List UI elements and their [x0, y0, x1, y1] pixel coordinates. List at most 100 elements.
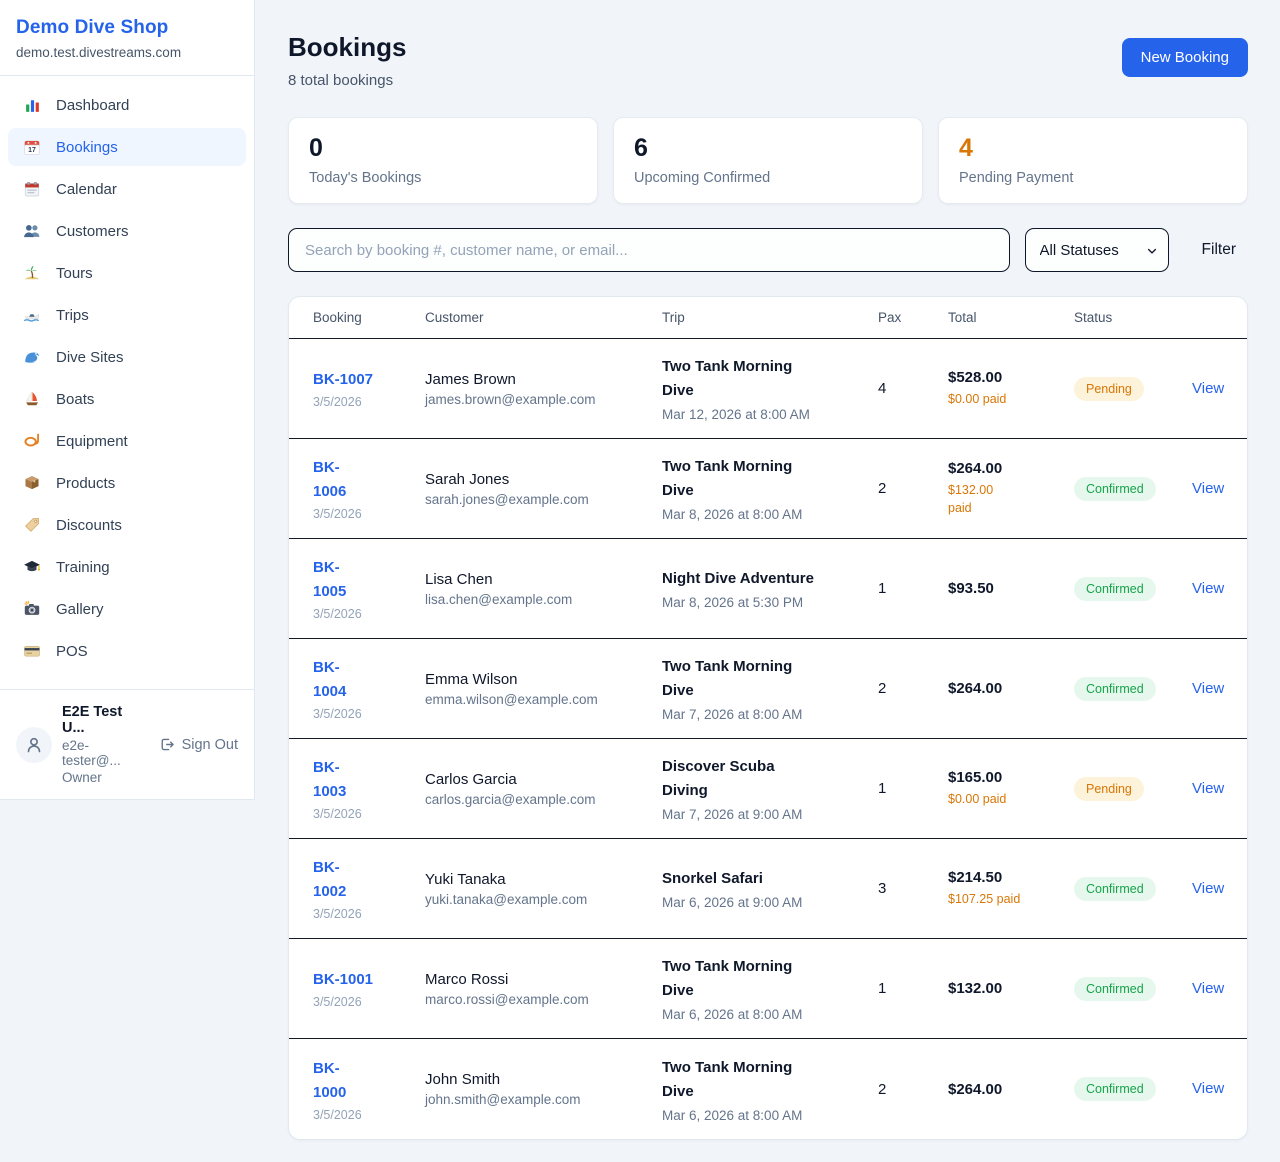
trip-cell: Two Tank Morning DiveMar 8, 2026 at 8:00… — [662, 455, 878, 522]
customer-email: emma.wilson@example.com — [425, 692, 650, 707]
status-cell: Confirmed — [1074, 677, 1192, 701]
view-link[interactable]: View — [1192, 680, 1224, 697]
booking-date: 3/5/2026 — [313, 907, 413, 921]
table-body: BK-1007 3/5/2026 James Brown james.brown@ex… — [289, 339, 1247, 1139]
sidebar-item-trips[interactable]: Trips — [8, 296, 246, 334]
view-link[interactable]: View — [1192, 780, 1224, 797]
column-header: Status — [1074, 310, 1192, 325]
sidebar-item-products[interactable]: Products — [8, 464, 246, 502]
sidebar-item-label: POS — [56, 643, 88, 660]
status-cell: Confirmed — [1074, 977, 1192, 1001]
booking-number-link[interactable]: BK- 1006 — [313, 459, 346, 500]
sidebar-item-bookings[interactable]: 17Bookings — [8, 128, 246, 166]
status-cell: Pending — [1074, 377, 1192, 401]
user-box: E2E Test U... e2e-tester@... Owner Sign … — [0, 689, 254, 799]
status-badge: Confirmed — [1074, 477, 1156, 501]
booking-number-link[interactable]: BK- 1004 — [313, 659, 346, 700]
customer-cell: Sarah Jonessarah.jones@example.com — [425, 471, 662, 507]
sidebar-item-dashboard[interactable]: Dashboard — [8, 86, 246, 124]
sidebar-item-boats[interactable]: Boats — [8, 380, 246, 418]
brand-name[interactable]: Demo Dive Shop — [16, 17, 238, 39]
trip-cell: Two Tank Morning DiveMar 7, 2026 at 8:00… — [662, 655, 878, 722]
booking-cell: BK- 1000 3/5/2026 — [313, 1057, 425, 1122]
booking-cell: BK- 1003 3/5/2026 — [313, 756, 425, 821]
sidebar-item-calendar[interactable]: Calendar — [8, 170, 246, 208]
customer-cell: Yuki Tanakayuki.tanaka@example.com — [425, 871, 662, 907]
sidebar-item-gallery[interactable]: Gallery — [8, 590, 246, 628]
paid-amount: $0.00 paid — [948, 790, 1062, 808]
booking-date: 3/5/2026 — [313, 607, 413, 621]
tag-icon — [22, 516, 42, 534]
filter-button[interactable]: Filter — [1190, 241, 1248, 259]
view-link[interactable]: View — [1192, 580, 1224, 597]
sidebar-item-pos[interactable]: POS — [8, 632, 246, 670]
status-cell: Confirmed — [1074, 1077, 1192, 1101]
sidebar-item-customers[interactable]: Customers — [8, 212, 246, 250]
booking-date: 3/5/2026 — [313, 807, 413, 821]
customer-email: james.brown@example.com — [425, 392, 650, 407]
trip-name: Two Tank Morning Dive — [662, 1056, 866, 1104]
booking-number-link[interactable]: BK-1001 — [313, 971, 373, 988]
sidebar-item-label: Customers — [56, 223, 129, 240]
status-badge: Confirmed — [1074, 977, 1156, 1001]
booking-cell: BK- 10063/5/2026 — [313, 456, 425, 521]
table-row: BK- 10063/5/2026Sarah Jonessarah.jones@e… — [289, 439, 1247, 539]
sidebar-item-equipment[interactable]: Equipment — [8, 422, 246, 460]
paid-amount: $107.25 paid — [948, 890, 1062, 908]
customer-email: sarah.jones@example.com — [425, 492, 650, 507]
view-link[interactable]: View — [1192, 880, 1224, 897]
column-header: Customer — [425, 310, 662, 325]
trip-cell: Two Tank Morning DiveMar 12, 2026 at 8:0… — [662, 355, 878, 422]
booking-number-link[interactable]: BK- 1002 — [313, 859, 346, 900]
booking-date: 3/5/2026 — [313, 1108, 413, 1122]
trip-cell: Discover Scuba DivingMar 7, 2026 at 9:00… — [662, 755, 878, 822]
column-header: Pax — [878, 310, 948, 325]
total-amount: $93.50 — [948, 580, 1062, 597]
booking-number-link[interactable]: BK- 1003 — [313, 759, 346, 800]
customer-name: Carlos Garcia — [425, 771, 650, 788]
status-badge: Confirmed — [1074, 1077, 1156, 1101]
sidebar-item-tours[interactable]: Tours — [8, 254, 246, 292]
sign-out-button[interactable]: Sign Out — [158, 736, 238, 753]
sidebar-item-training[interactable]: Training — [8, 548, 246, 586]
wave-icon — [22, 348, 42, 366]
customer-email: carlos.garcia@example.com — [425, 792, 650, 807]
sidebar-item-label: Calendar — [56, 181, 117, 198]
view-link[interactable]: View — [1192, 1080, 1224, 1097]
booking-number-link[interactable]: BK- 1000 — [313, 1060, 346, 1101]
view-link[interactable]: View — [1192, 480, 1224, 497]
users-icon — [22, 222, 42, 240]
sidebar-item-discounts[interactable]: Discounts — [8, 506, 246, 544]
search-input[interactable] — [288, 228, 1010, 272]
trip-name: Two Tank Morning Dive — [662, 655, 866, 703]
customer-cell: Emma Wilsonemma.wilson@example.com — [425, 671, 662, 707]
total-cell: $165.00$0.00 paid — [948, 769, 1074, 808]
pax-cell: 2 — [878, 480, 948, 497]
trip-datetime: Mar 8, 2026 at 5:30 PM — [662, 595, 866, 610]
trip-datetime: Mar 7, 2026 at 9:00 AM — [662, 807, 866, 822]
stat-label: Upcoming Confirmed — [634, 170, 902, 186]
total-amount: $264.00 — [948, 1081, 1062, 1098]
stat-card: 6Upcoming Confirmed — [613, 117, 923, 204]
brand-domain: demo.test.divestreams.com — [16, 45, 238, 60]
view-link[interactable]: View — [1192, 980, 1224, 997]
sidebar-item-label: Trips — [56, 307, 89, 324]
total-amount: $132.00 — [948, 980, 1062, 997]
booking-number-link[interactable]: BK-1007 — [313, 371, 373, 388]
customer-cell: John Smithjohn.smith@example.com — [425, 1071, 662, 1107]
sidebar-item-label: Products — [56, 475, 115, 492]
customer-name: James Brown — [425, 371, 650, 388]
total-cell: $264.00$132.00 paid — [948, 460, 1074, 517]
status-filter-select[interactable]: All Statuses — [1026, 229, 1168, 271]
status-badge: Confirmed — [1074, 577, 1156, 601]
customer-email: marco.rossi@example.com — [425, 992, 650, 1007]
status-badge: Pending — [1074, 777, 1144, 801]
new-booking-button[interactable]: New Booking — [1122, 38, 1248, 77]
sidebar: Demo Dive Shop demo.test.divestreams.com… — [0, 0, 255, 800]
booking-number-link[interactable]: BK- 1005 — [313, 559, 346, 600]
sidebar-item-dive-sites[interactable]: Dive Sites — [8, 338, 246, 376]
column-header: Trip — [662, 310, 878, 325]
status-filter-wrap: All Statuses — [1025, 228, 1169, 272]
column-header: Booking — [313, 310, 425, 325]
view-link[interactable]: View — [1192, 380, 1224, 397]
